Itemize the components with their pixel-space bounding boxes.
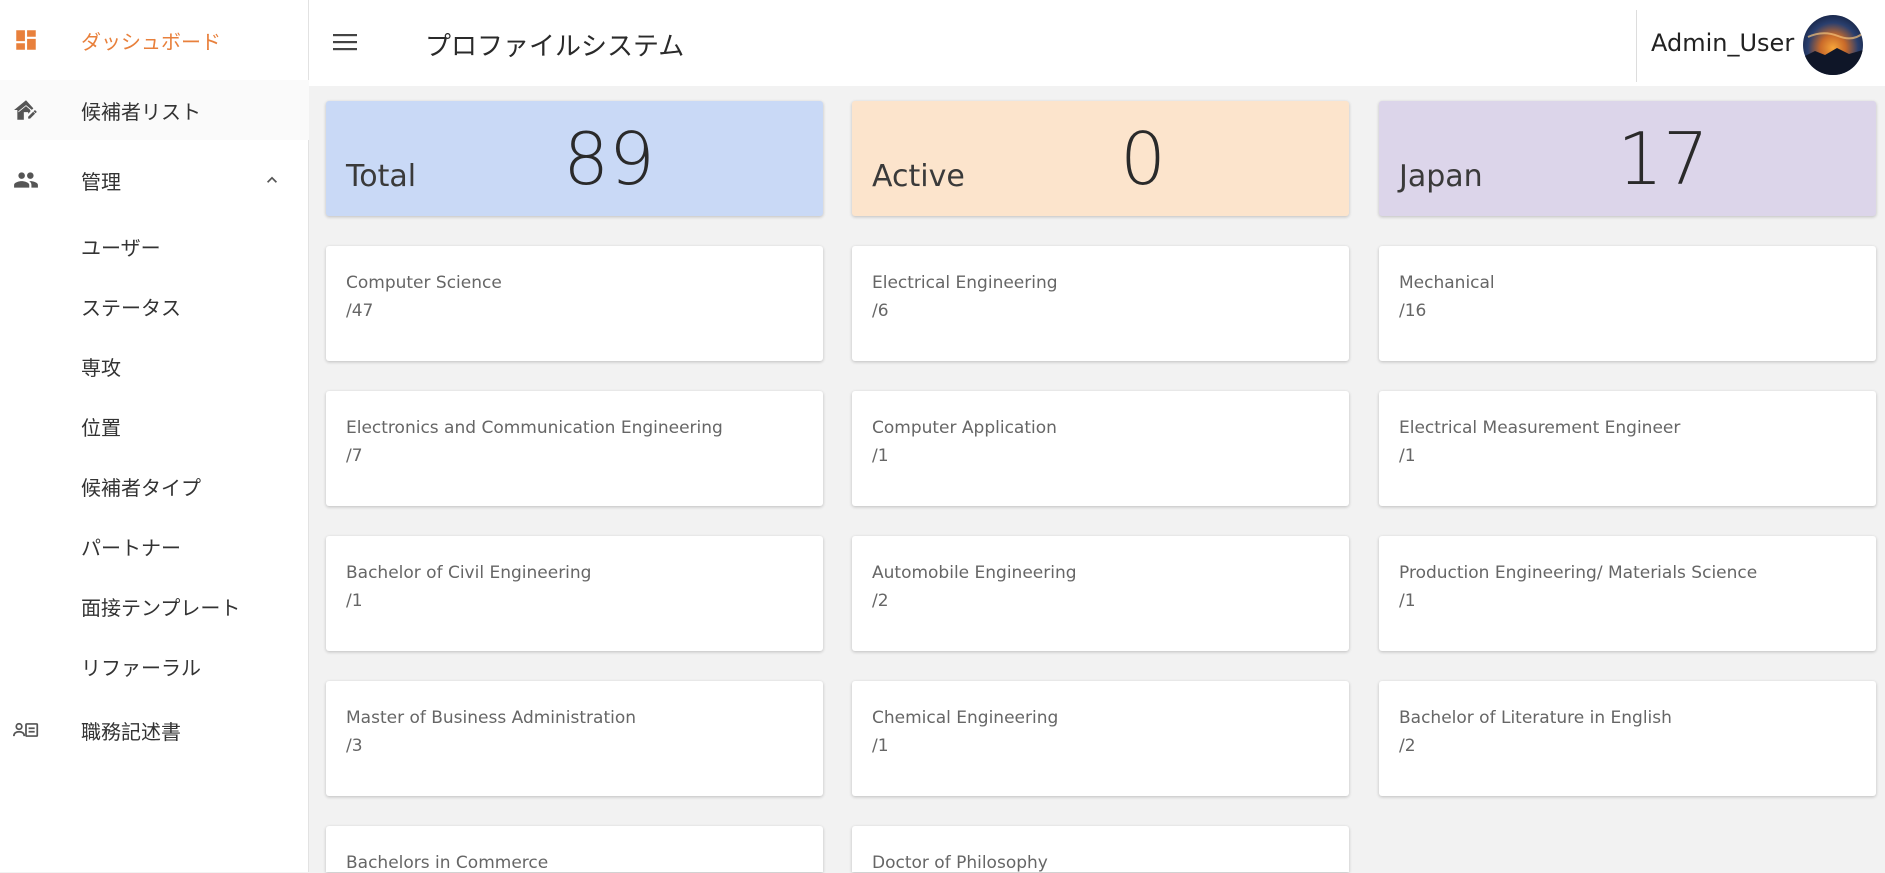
category-count: /16 [1399, 301, 1427, 321]
category-name: Electrical Engineering [872, 273, 1058, 293]
nav-management[interactable]: 管理 [0, 150, 309, 210]
nav-candidate-list[interactable]: 候補者リスト [0, 80, 309, 140]
category-count: /2 [872, 591, 889, 611]
nav-dashboard-label: ダッシュボード [81, 29, 221, 54]
category-card[interactable]: Automobile Engineering /2 [852, 536, 1349, 651]
nav-management-label: 管理 [81, 169, 121, 194]
stat-label: Japan [1399, 159, 1483, 194]
stat-value: 17 [1617, 117, 1709, 201]
hamburger-menu-icon[interactable] [333, 31, 359, 53]
nav-sub-major[interactable]: 専攻 [81, 352, 121, 381]
header-divider [1636, 10, 1637, 82]
stat-card-total: Total 89 [326, 101, 823, 216]
nav-sub-status[interactable]: ステータス [81, 292, 181, 321]
nav-sub-referral[interactable]: リファーラル [81, 652, 201, 681]
category-card[interactable]: Electrical Engineering /6 [852, 246, 1349, 361]
nav-sub-partner[interactable]: パートナー [81, 532, 181, 561]
people-icon [13, 167, 39, 193]
avatar[interactable] [1803, 15, 1863, 75]
nav-sub-position[interactable]: 位置 [81, 412, 121, 441]
category-count: /7 [346, 446, 363, 466]
category-count: /3 [346, 736, 363, 756]
nav-sub-candidate-type[interactable]: 候補者タイプ [81, 472, 201, 501]
category-count: /6 [872, 301, 889, 321]
stat-label: Active [872, 159, 965, 194]
category-name: Bachelor of Literature in English [1399, 708, 1672, 728]
person-card-icon [13, 717, 39, 743]
nav-dashboard[interactable]: ダッシュボード [0, 10, 309, 70]
stat-value: 89 [563, 117, 655, 201]
category-count: /1 [1399, 446, 1416, 466]
category-card[interactable]: Bachelors in Commerce [326, 826, 823, 873]
page-title: プロファイルシステム [425, 32, 685, 62]
nav-job-description[interactable]: 職務記述書 [0, 700, 309, 760]
category-name: Production Engineering/ Materials Scienc… [1399, 563, 1758, 583]
category-count: /1 [872, 446, 889, 466]
nav-job-description-label: 職務記述書 [81, 719, 181, 744]
sidebar: ダッシュボード 候補者リスト 管理 ユーザー ステータス 専攻 位置 候補者タイ… [0, 0, 309, 872]
stat-value: 0 [1120, 117, 1166, 201]
category-card[interactable]: Production Engineering/ Materials Scienc… [1379, 536, 1876, 651]
category-name: Mechanical [1399, 273, 1495, 293]
user-name[interactable]: Admin_User [1651, 29, 1794, 57]
category-name: Chemical Engineering [872, 708, 1059, 728]
dashboard-icon [13, 27, 39, 53]
category-name: Computer Application [872, 418, 1057, 438]
house-edit-icon [13, 97, 39, 123]
category-card[interactable]: Electrical Measurement Engineer /1 [1379, 391, 1876, 506]
category-count: /2 [1399, 736, 1416, 756]
category-name: Electrical Measurement Engineer [1399, 418, 1681, 438]
category-count: /47 [346, 301, 374, 321]
app-header: プロファイルシステム Admin_User [309, 0, 1885, 86]
stat-label: Total [346, 159, 417, 194]
category-count: /1 [1399, 591, 1416, 611]
category-name: Doctor of Philosophy [872, 853, 1048, 873]
category-name: Automobile Engineering [872, 563, 1077, 583]
category-card[interactable]: Computer Science /47 [326, 246, 823, 361]
stat-card-active: Active 0 [852, 101, 1349, 216]
category-name: Master of Business Administration [346, 708, 637, 728]
stat-card-japan: Japan 17 [1379, 101, 1876, 216]
nav-candidate-list-label: 候補者リスト [81, 99, 201, 124]
category-card[interactable]: Chemical Engineering /1 [852, 681, 1349, 796]
category-card[interactable]: Master of Business Administration /3 [326, 681, 823, 796]
category-card[interactable]: Doctor of Philosophy [852, 826, 1349, 873]
nav-sub-users[interactable]: ユーザー [81, 232, 161, 261]
category-name: Bachelors in Commerce [346, 853, 549, 873]
category-card[interactable]: Mechanical /16 [1379, 246, 1876, 361]
category-name: Computer Science [346, 273, 502, 293]
category-card[interactable]: Bachelor of Civil Engineering /1 [326, 536, 823, 651]
chevron-up-icon[interactable] [262, 170, 282, 194]
nav-sub-interview-template[interactable]: 面接テンプレート [81, 592, 240, 621]
category-name: Bachelor of Civil Engineering [346, 563, 592, 583]
category-card[interactable]: Computer Application /1 [852, 391, 1349, 506]
category-count: /1 [346, 591, 363, 611]
category-count: /1 [872, 736, 889, 756]
category-name: Electronics and Communication Engineerin… [346, 418, 723, 438]
category-card[interactable]: Bachelor of Literature in English /2 [1379, 681, 1876, 796]
category-card[interactable]: Electronics and Communication Engineerin… [326, 391, 823, 506]
